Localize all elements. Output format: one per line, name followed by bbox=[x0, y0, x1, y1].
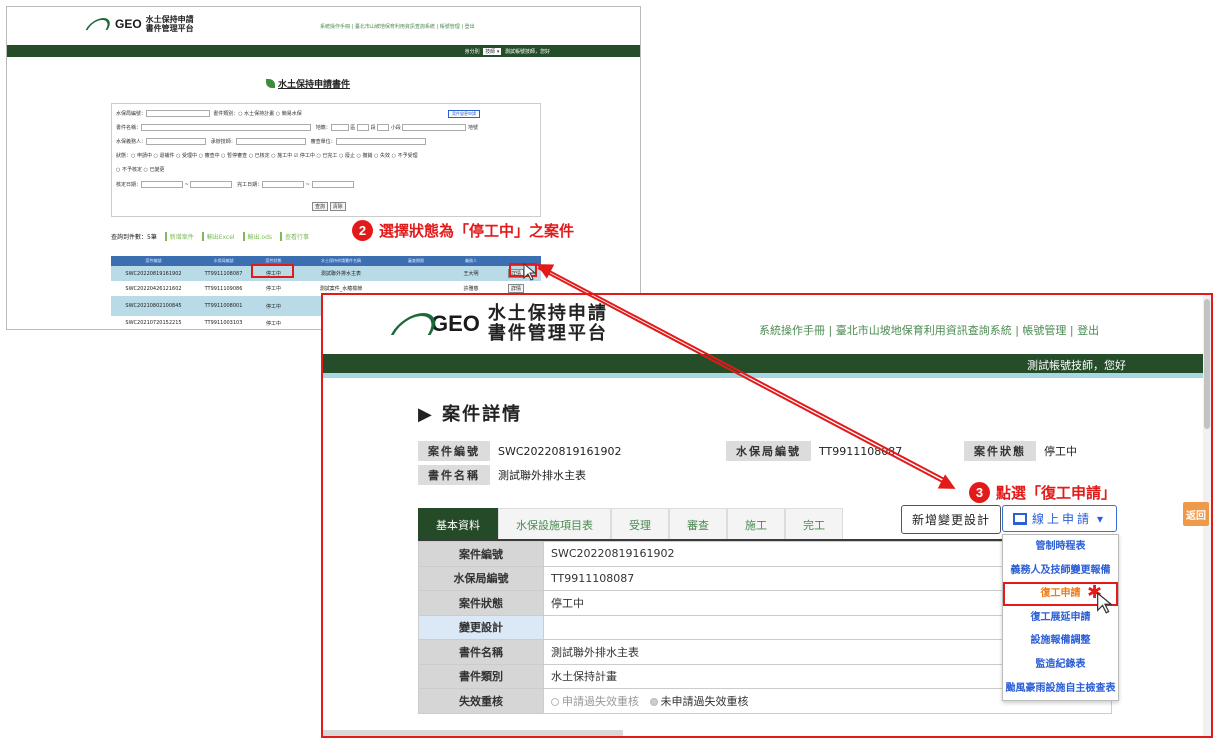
step3-text: 點選「復工申請」 bbox=[996, 484, 1117, 502]
review-unit-select[interactable] bbox=[335, 138, 426, 145]
detail-button[interactable]: 詳情 bbox=[507, 284, 524, 293]
result-count: 查詢到件數：5筆 bbox=[111, 234, 157, 241]
top-links[interactable]: 系統操作手冊 | 臺北市山坡地保育利用資訊查詢系統 | 帳號管理 | 登出 bbox=[320, 23, 475, 30]
cursor-icon bbox=[1097, 592, 1113, 614]
change-request-button[interactable]: 案件變更申請 bbox=[448, 110, 480, 118]
top-links[interactable]: 系統操作手冊 | 臺北市山坡地保育利用資訊查詢系統 | 帳號管理 | 登出 bbox=[759, 322, 1099, 338]
search-form: 水保局編號： 書件類別：○ 水土保持計畫 ○ 簡易水保 案件變更申請 書件名稱：… bbox=[111, 103, 541, 217]
complete-date-to[interactable] bbox=[311, 181, 354, 188]
step3-number: 3 bbox=[969, 482, 990, 503]
cursor-icon bbox=[523, 263, 537, 281]
search-page-screenshot: GEO 水土保持申請 書件管理平台 系統操作手冊 | 臺北市山坡地保育利用資訊查… bbox=[6, 6, 641, 330]
online-apply-label: 線上申請 bbox=[1032, 512, 1093, 526]
header: GEO 水土保持申請 書件管理平台 系統操作手冊 | 臺北市山坡地保育利用資訊查… bbox=[7, 7, 640, 45]
logo-geo-text: GEO bbox=[115, 17, 142, 31]
approve-date-to[interactable] bbox=[190, 181, 233, 188]
case-detail-screenshot: GEO 水土保持申請 書件管理平台 系統操作手冊 | 臺北市山坡地保育利用資訊查… bbox=[321, 293, 1213, 738]
logo-title-line1: 水土保持申請 bbox=[487, 303, 608, 324]
menu-item-change-report[interactable]: 義務人及技師變更報備 bbox=[1003, 559, 1118, 583]
greeting: 測試帳號技師，您好 bbox=[1027, 359, 1126, 372]
user-bar: 身分別 技師 ▾ 測試帳號技師，您好 bbox=[7, 45, 640, 57]
step3-annotation: 3 點選「復工申請」 bbox=[969, 482, 1116, 503]
bureau-no-input[interactable] bbox=[146, 110, 211, 117]
doc-type-radios[interactable]: 書件類別：○ 水土保持計畫 ○ 簡易水保 bbox=[213, 111, 302, 117]
online-apply-menu: 管制時程表 義務人及技師變更報備 復工申請 復工展延申請 設施報備調整 監造紀錄… bbox=[1002, 534, 1119, 702]
obligor-input[interactable] bbox=[146, 138, 207, 145]
leaf-icon bbox=[266, 79, 275, 88]
engineer-input[interactable] bbox=[235, 138, 306, 145]
logo-title-line2: 書件管理平台 bbox=[487, 323, 608, 344]
status-checkboxes[interactable]: 狀態：○ 申請中 ○ 退補件 ○ 受理中 ○ 審查中 ○ 暫停審查 ○ 已核定 … bbox=[116, 152, 418, 159]
logo-geo-text: GEO bbox=[431, 311, 480, 336]
role-select[interactable]: 技師 ▾ bbox=[483, 48, 502, 55]
doc-name-input[interactable] bbox=[141, 124, 312, 131]
lot-input[interactable] bbox=[402, 124, 467, 131]
section-select[interactable] bbox=[357, 124, 370, 131]
logo-arc-icon bbox=[85, 18, 115, 30]
case-no-field: 案件編號 SWC20220819161902 bbox=[418, 441, 622, 461]
query-button[interactable]: 查詢 bbox=[312, 202, 329, 211]
tab-construction[interactable]: 施工 bbox=[727, 508, 785, 541]
horizontal-scrollbar[interactable] bbox=[323, 730, 623, 736]
bureau-no-field: 水保局編號 TT9911108087 bbox=[726, 441, 902, 461]
label-obligor: 水保義務人： bbox=[116, 139, 147, 145]
user-bar: 測試帳號技師，您好 bbox=[323, 354, 1211, 373]
logo: GEO 水土保持申請 書件管理平台 bbox=[85, 15, 194, 33]
export-excel-button[interactable]: 輸出Excel bbox=[201, 232, 235, 241]
tab-facility-items[interactable]: 水保設施項目表 bbox=[498, 508, 611, 541]
menu-item-typhoon-check[interactable]: 颱風豪雨設施自主檢查表 bbox=[1003, 677, 1118, 701]
table-row[interactable]: SWC20220819161902 TT9911108087 停工中 測試聯外排水主表… bbox=[111, 266, 541, 281]
step2-text: 選擇狀態為「停工中」之案件 bbox=[379, 222, 575, 240]
label-bureau-no: 水保局編號： bbox=[116, 111, 147, 117]
complete-date-from[interactable] bbox=[262, 181, 305, 188]
logo-title: 水土保持申請 書件管理平台 bbox=[488, 304, 608, 344]
radio-not-applied[interactable] bbox=[649, 697, 658, 706]
page-title: ▶ 案件詳情 bbox=[418, 404, 523, 425]
menu-item-supervision-record[interactable]: 監造紀錄表 bbox=[1003, 653, 1118, 677]
monitor-icon bbox=[1013, 512, 1027, 525]
add-change-design-button[interactable]: 新增變更設計 bbox=[901, 505, 1002, 534]
logo-title-line2: 書件管理平台 bbox=[145, 24, 194, 33]
tab-review[interactable]: 審查 bbox=[669, 508, 727, 541]
status-highlight-box bbox=[251, 264, 294, 278]
divider-strip bbox=[323, 373, 1211, 378]
status-field: 案件狀態 停工中 bbox=[964, 441, 1077, 461]
label-doc-name: 書件名稱： bbox=[116, 125, 142, 131]
logo-title-line1: 水土保持申請 bbox=[145, 15, 194, 24]
table-header: 案件編號 水保局編號 案件狀態 水土保持申請書件名稱 審查期限 義務人 bbox=[111, 256, 541, 266]
menu-item-schedule[interactable]: 管制時程表 bbox=[1003, 535, 1118, 559]
view-calendar-button[interactable]: 查看行事 bbox=[279, 232, 309, 241]
back-button[interactable]: 返回 bbox=[1183, 502, 1209, 526]
header: GEO 水土保持申請 書件管理平台 系統操作手冊 | 臺北市山坡地保育利用資訊查… bbox=[323, 295, 1211, 355]
status-checkboxes-2[interactable]: ○ 不予核定 ○ 已變更 bbox=[116, 166, 165, 173]
subsection-select[interactable] bbox=[377, 124, 390, 131]
step2-annotation: 2 選擇狀態為「停工中」之案件 bbox=[352, 220, 574, 241]
tab-completion[interactable]: 完工 bbox=[785, 508, 843, 541]
result-toolbar: 查詢到件數：5筆 新增案件 輸出Excel 輸出.ods 查看行事 bbox=[111, 232, 309, 241]
page-title: 水土保持申請書件 bbox=[266, 77, 350, 90]
logo: GEO 水土保持申請 書件管理平台 bbox=[390, 304, 608, 344]
step2-number: 2 bbox=[352, 220, 373, 241]
district-select[interactable] bbox=[330, 124, 349, 131]
tab-bar: 基本資料 水保設施項目表 受理 審查 施工 完工 bbox=[418, 508, 843, 541]
chevron-down-icon: ▾ bbox=[1097, 511, 1107, 526]
approve-date-from[interactable] bbox=[141, 181, 184, 188]
new-case-button[interactable]: 新增案件 bbox=[164, 232, 194, 241]
logo-title: 水土保持申請 書件管理平台 bbox=[146, 15, 194, 33]
online-apply-button[interactable]: 線上申請 ▾ bbox=[1002, 505, 1118, 532]
role-label: 身分別 bbox=[464, 49, 480, 55]
doc-name-field: 書件名稱 測試聯外排水主表 bbox=[418, 465, 586, 485]
tab-basic-info[interactable]: 基本資料 bbox=[418, 508, 498, 541]
tab-accept[interactable]: 受理 bbox=[611, 508, 669, 541]
menu-item-facility-adjust[interactable]: 設施報備調整 bbox=[1003, 629, 1118, 653]
clear-button[interactable]: 清除 bbox=[329, 202, 346, 211]
radio-applied[interactable] bbox=[551, 697, 559, 706]
greeting: 測試帳號技師，您好 bbox=[504, 49, 550, 55]
export-ods-button[interactable]: 輸出.ods bbox=[242, 232, 272, 241]
